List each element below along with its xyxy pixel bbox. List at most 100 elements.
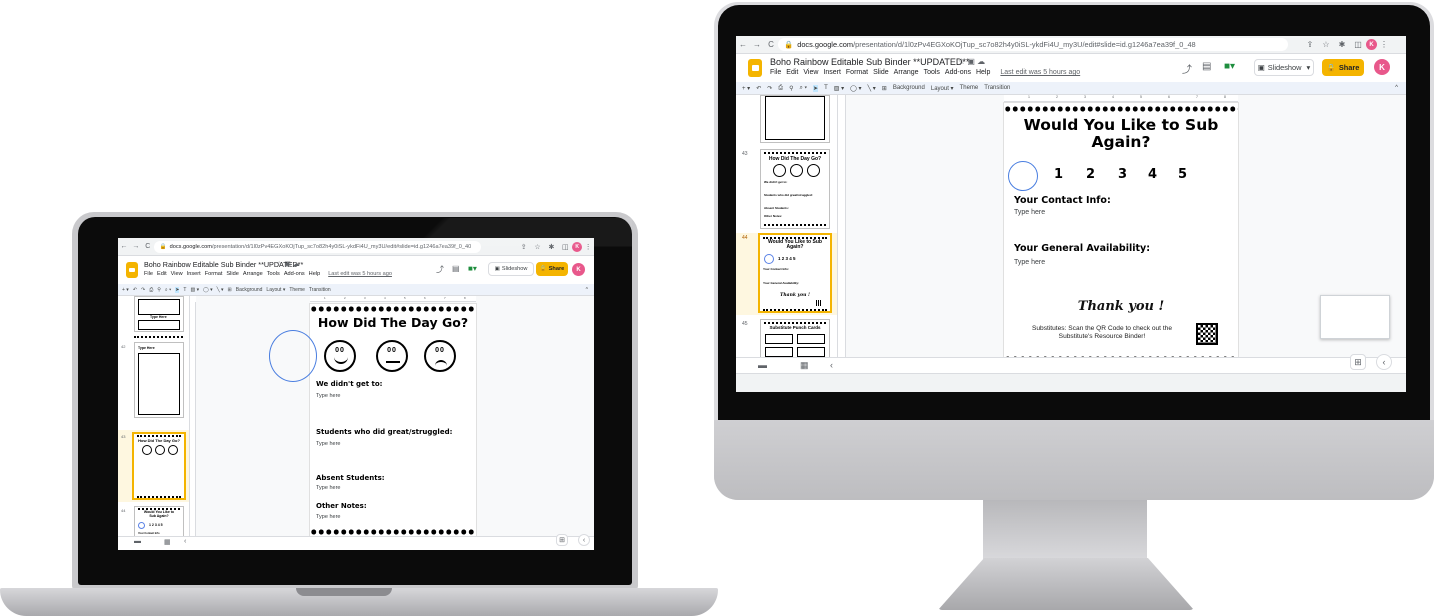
slideshow-button[interactable]: ▣ Slideshow bbox=[488, 262, 534, 276]
menu-insert[interactable]: Insert bbox=[823, 69, 841, 76]
slide-thumbnail-44[interactable]: Would You Like to Sub Again? 1 2 3 4 5 Y… bbox=[758, 233, 832, 313]
slideshow-button[interactable]: ▣ Slideshow ▾ bbox=[1254, 59, 1314, 76]
undo-icon[interactable]: ↶ bbox=[133, 287, 137, 293]
paint-format-icon[interactable]: ⚲ bbox=[157, 287, 161, 293]
contact-heading[interactable]: Your Contact Info: bbox=[1014, 195, 1111, 206]
menu-tools[interactable]: Tools bbox=[924, 69, 940, 76]
thank-you-text[interactable]: Thank you ! bbox=[1004, 299, 1238, 314]
last-edit-link[interactable]: Last edit was 5 hours ago bbox=[328, 271, 392, 277]
sidepanel-icon[interactable]: ◫ bbox=[558, 243, 572, 251]
menu-arrange[interactable]: Arrange bbox=[894, 69, 919, 76]
rating-4[interactable]: 4 bbox=[1148, 167, 1157, 182]
rating-3[interactable]: 3 bbox=[1118, 167, 1127, 182]
reload-button[interactable]: C bbox=[764, 40, 778, 49]
slide-title[interactable]: How Did The Day Go? bbox=[310, 316, 476, 330]
section-heading[interactable]: Students who did great/struggled: bbox=[316, 428, 452, 436]
undo-icon[interactable]: ↶ bbox=[756, 85, 761, 92]
slides-logo-icon[interactable] bbox=[748, 59, 762, 77]
slide-title[interactable]: Would You Like to Sub Again? bbox=[1004, 116, 1238, 152]
new-slide-icon[interactable]: + ▾ bbox=[122, 287, 129, 293]
side-panel-toggle[interactable]: ‹ bbox=[578, 534, 590, 546]
comment-add-icon[interactable]: ⊞ bbox=[882, 85, 887, 92]
menu-edit[interactable]: Edit bbox=[157, 271, 167, 277]
grid-view-icon[interactable]: ▦ bbox=[800, 360, 809, 371]
background-button[interactable]: Background bbox=[893, 85, 925, 91]
paint-format-icon[interactable]: ⚲ bbox=[789, 85, 793, 92]
select-cursor-icon[interactable]: ➤ bbox=[175, 286, 180, 293]
selected-circle-shape[interactable] bbox=[269, 330, 317, 382]
zoom-icon[interactable]: ⌕ ▾ bbox=[799, 85, 807, 92]
explore-button[interactable]: ⊞ bbox=[1350, 354, 1366, 370]
address-bar[interactable]: 🔒 docs.google.com /presentation/d/1l0zPv… bbox=[778, 38, 1288, 51]
section-body[interactable]: Type here bbox=[316, 514, 340, 520]
image-icon[interactable]: ▨ ▾ bbox=[190, 287, 199, 293]
section-body[interactable]: Type here bbox=[316, 485, 340, 491]
rating-1[interactable]: 1 bbox=[1054, 167, 1063, 182]
title-star-icon[interactable]: ☆ ▣ ☁ bbox=[958, 57, 985, 66]
select-cursor-icon[interactable]: ➤ bbox=[813, 84, 819, 92]
section-body[interactable]: Type here bbox=[316, 441, 340, 447]
menu-slide[interactable]: Slide bbox=[226, 271, 238, 277]
browser-profile-avatar[interactable]: K bbox=[1366, 39, 1377, 50]
menu-edit[interactable]: Edit bbox=[786, 69, 798, 76]
meet-icon[interactable]: ■▾ bbox=[468, 264, 477, 273]
activity-trend-icon[interactable]: ⤴ bbox=[1182, 61, 1192, 76]
doc-profile-avatar[interactable]: K bbox=[572, 263, 585, 276]
menu-file[interactable]: File bbox=[770, 69, 781, 76]
hide-filmstrip-icon[interactable]: ‹ bbox=[830, 360, 833, 370]
availability-body[interactable]: Type here bbox=[1014, 259, 1045, 266]
meet-icon[interactable]: ■▾ bbox=[1224, 61, 1235, 72]
share-button[interactable]: 🔒 Share bbox=[1322, 59, 1364, 76]
transition-button[interactable]: Transition bbox=[309, 287, 331, 293]
side-panel-toggle[interactable]: ‹ bbox=[1376, 354, 1392, 370]
slide-thumbnail-41[interactable]: Type Here bbox=[134, 296, 184, 332]
collapse-toolbar-icon[interactable]: ^ bbox=[586, 287, 588, 293]
section-heading[interactable]: Other Notes: bbox=[316, 502, 367, 510]
slide-thumbnail-42[interactable] bbox=[760, 95, 830, 143]
menu-addons[interactable]: Add-ons bbox=[284, 271, 305, 277]
theme-button[interactable]: Theme bbox=[289, 287, 305, 293]
new-slide-icon[interactable]: + ▾ bbox=[742, 85, 750, 92]
comments-icon[interactable]: ▤ bbox=[452, 264, 460, 273]
back-button[interactable]: ← bbox=[118, 243, 130, 250]
browser-menu-icon[interactable]: ⋮ bbox=[582, 243, 594, 251]
redo-icon[interactable]: ↷ bbox=[767, 85, 772, 92]
bookmark-star-icon[interactable]: ☆ bbox=[1318, 40, 1334, 49]
shape-icon[interactable]: ◯ ▾ bbox=[850, 85, 861, 92]
section-heading[interactable]: Absent Students: bbox=[316, 474, 385, 482]
back-button[interactable]: ← bbox=[736, 40, 750, 49]
menu-format[interactable]: Format bbox=[205, 271, 223, 277]
forward-button[interactable]: → bbox=[130, 243, 142, 250]
address-bar[interactable]: 🔒 docs.google.com /presentation/d/1l0zPv… bbox=[153, 240, 481, 253]
redo-icon[interactable]: ↷ bbox=[141, 287, 145, 293]
menu-view[interactable]: View bbox=[171, 271, 183, 277]
rating-5[interactable]: 5 bbox=[1178, 167, 1187, 182]
share-button[interactable]: 🔒 Share bbox=[536, 262, 568, 276]
title-star-icon[interactable]: ☆ ▣ ☁ bbox=[276, 260, 300, 268]
zoom-icon[interactable]: ⌕ ▾ bbox=[165, 287, 171, 293]
menu-format[interactable]: Format bbox=[846, 69, 868, 76]
slide-thumbnail-45[interactable]: Substitute Punch Cards bbox=[760, 319, 830, 357]
current-slide[interactable]: How Did The Day Go? 00 00 00 We didn't g… bbox=[310, 304, 476, 536]
slideshow-dropdown-icon[interactable]: ▾ bbox=[1306, 63, 1310, 72]
sidepanel-icon[interactable]: ◫ bbox=[1350, 40, 1366, 49]
extensions-icon[interactable]: ✱ bbox=[1334, 40, 1350, 49]
bookmark-star-icon[interactable]: ☆ bbox=[531, 243, 545, 251]
layout-button[interactable]: Layout ▾ bbox=[266, 287, 285, 293]
slide-thumbnail-42[interactable]: Type Here bbox=[134, 342, 184, 418]
extensions-icon[interactable]: ✱ bbox=[544, 243, 558, 251]
activity-trend-icon[interactable]: ⤴ bbox=[436, 264, 444, 275]
forward-button[interactable]: → bbox=[750, 40, 764, 49]
theme-button[interactable]: Theme bbox=[960, 85, 979, 91]
textbox-icon[interactable]: T bbox=[824, 85, 828, 91]
textbox-icon[interactable]: T bbox=[183, 287, 186, 293]
menu-help[interactable]: Help bbox=[309, 271, 321, 277]
background-button[interactable]: Background bbox=[236, 287, 263, 293]
slide-thumbnail-43[interactable]: How Did The Day Go? We didn't get to: St… bbox=[760, 149, 830, 229]
share-page-icon[interactable]: ⇪ bbox=[517, 243, 531, 251]
line-icon[interactable]: ╲ ▾ bbox=[868, 85, 876, 92]
image-icon[interactable]: ▨ ▾ bbox=[834, 85, 844, 92]
last-edit-link[interactable]: Last edit was 5 hours ago bbox=[1000, 69, 1080, 76]
slide-thumbnail-44[interactable]: Would You Like to Sub Again? 1 2 3 4 5 Y… bbox=[134, 506, 184, 536]
comment-add-icon[interactable]: ⊞ bbox=[228, 287, 232, 293]
